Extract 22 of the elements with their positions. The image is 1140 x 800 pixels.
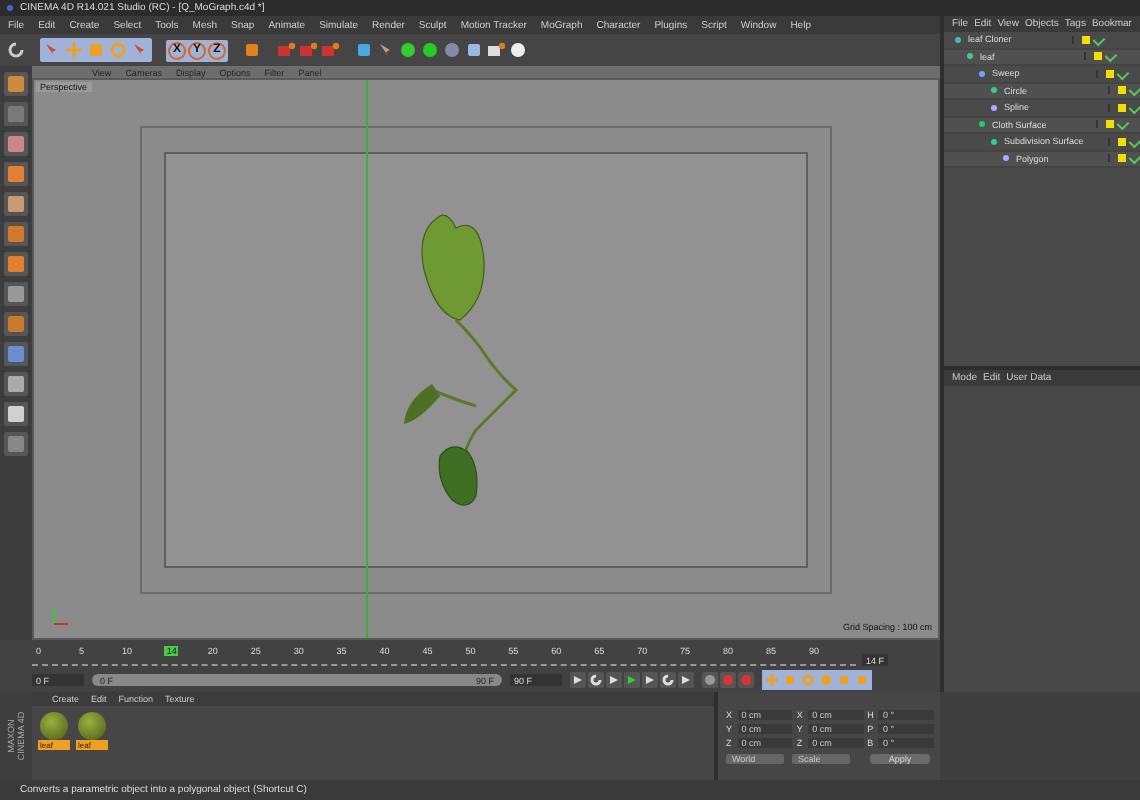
enabled-check-icon[interactable] [1128,152,1140,165]
enabled-check-icon[interactable] [1128,101,1140,114]
next-frame-icon[interactable] [642,672,658,688]
previous-frame-icon[interactable] [606,672,622,688]
enabled-check-icon[interactable] [1104,50,1118,63]
enabled-check-icon[interactable] [1116,118,1130,131]
app-icon[interactable] [4,2,16,14]
cube-icon[interactable] [354,40,374,60]
material-preview[interactable] [40,712,68,740]
enabled-check-icon[interactable] [1116,67,1130,80]
enabled-check-icon[interactable] [1128,84,1140,97]
material-preview[interactable] [78,712,106,740]
play-icon[interactable] [624,672,640,688]
light-icon[interactable] [508,40,528,60]
axis-gizmo-icon [50,606,70,626]
camera-icon[interactable] [486,40,506,60]
enabled-check-icon[interactable] [1128,135,1140,148]
enabled-check-icon[interactable] [1092,33,1106,46]
undo-icon[interactable] [6,40,26,60]
go-to-end-icon[interactable] [678,672,694,688]
render-view-icon[interactable] [276,40,296,60]
go-to-start-icon[interactable] [570,672,586,688]
